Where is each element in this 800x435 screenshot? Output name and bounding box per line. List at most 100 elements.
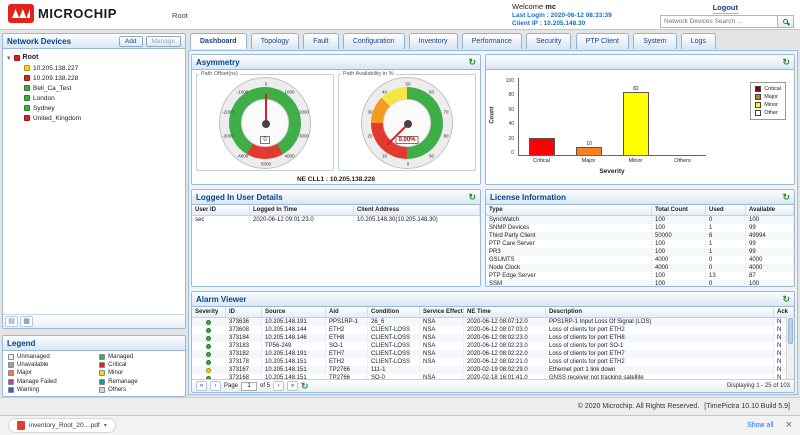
column-header[interactable]: Severity	[192, 307, 226, 317]
tab[interactable]: PTP Client	[576, 33, 629, 49]
column-header[interactable]: Description	[546, 307, 774, 317]
tab[interactable]: Inventory	[409, 33, 458, 49]
search-go-button[interactable]	[778, 15, 794, 28]
available-cell: 4000	[746, 264, 794, 272]
tab[interactable]: Fault	[303, 33, 339, 49]
tree-node[interactable]: London	[24, 93, 181, 103]
table-row[interactable]: PR3 100 1 99	[486, 248, 794, 256]
table-row[interactable]: Third Party Client 50000 6 49994	[486, 232, 794, 240]
table-row[interactable]: SSM 100 0 100	[486, 280, 794, 287]
legend-item: Manage Failed	[8, 378, 99, 386]
users-panel: Logged In User Details ↻ User IDLogged I…	[191, 189, 481, 287]
alarm-row[interactable]: 373184 10.205.148.146 ETH8 CLIENT-LOSS N…	[192, 334, 794, 342]
prev-page-button[interactable]: ‹	[210, 381, 221, 391]
manage-button[interactable]: Manage	[146, 36, 182, 47]
add-button[interactable]: Add	[119, 36, 143, 47]
refresh-icon[interactable]: ↻	[782, 295, 790, 304]
collapse-icon[interactable]: ▾	[7, 54, 11, 62]
user-id-cell: sec	[192, 216, 250, 224]
gauge-tick-label: 5000	[261, 162, 271, 167]
column-header[interactable]: Ack	[774, 307, 794, 317]
table-row[interactable]: PTP Edge Server 100 13 87	[486, 272, 794, 280]
ne-address-label: NE CLL1 : 10.205.138.228	[192, 176, 480, 183]
refresh-icon[interactable]: ↻	[782, 58, 790, 67]
logout-link[interactable]: Logout	[713, 3, 738, 14]
tree-node-label: 10.205.138.227	[33, 65, 78, 72]
table-row[interactable]: PTP Care Server 100 1 99	[486, 240, 794, 248]
tree-root-node[interactable]: ▾ Root	[7, 52, 181, 63]
legend-title: Legend	[7, 339, 35, 348]
alarm-row[interactable]: 373183 TP56-249 SO-1 CLIENT-LOSS NSA 202…	[192, 342, 794, 350]
table-row[interactable]: SyncWatch 100 0 100	[486, 216, 794, 224]
column-header[interactable]: Source	[262, 307, 326, 317]
tree-node[interactable]: Bell_Ca_Test	[24, 83, 181, 93]
aid-cell: ETH7	[326, 350, 368, 358]
page-number-input[interactable]	[241, 382, 257, 391]
column-header[interactable]: Aid	[326, 307, 368, 317]
severity-icon	[206, 344, 211, 349]
table-row[interactable]: GSUMTS 4000 0 4000	[486, 256, 794, 264]
alarm-row[interactable]: 373608 10.205.148.144 ETH2 CLIENT-LOSS N…	[192, 326, 794, 334]
column-header[interactable]: NE Time	[464, 307, 546, 317]
chevron-down-icon[interactable]: ▾	[104, 422, 107, 429]
used-cell: 1	[706, 248, 746, 256]
column-header[interactable]: Condition	[368, 307, 420, 317]
bar: 10	[576, 147, 602, 155]
downloaded-file-chip[interactable]: inventory_Root_20....pdf ▾	[8, 418, 116, 433]
column-header[interactable]: User ID	[192, 205, 250, 215]
column-header[interactable]: Available	[746, 205, 794, 215]
table-row[interactable]: SNMP Devices 100 1 99	[486, 224, 794, 232]
tab[interactable]: Performance	[462, 33, 522, 49]
tree-node[interactable]: 10.205.138.227	[24, 63, 181, 73]
alarm-row[interactable]: 373636 10.205.148.191 PPS1RP-1 26_6 NSA …	[192, 318, 794, 326]
column-header[interactable]: Type	[486, 205, 652, 215]
tab[interactable]: Configuration	[343, 33, 405, 49]
pager-refresh-icon[interactable]: ↻	[301, 382, 309, 391]
condition-cell: CLIENT-LOSS	[368, 326, 420, 334]
column-header[interactable]: Service Effect	[420, 307, 464, 317]
column-header[interactable]: ID	[226, 307, 262, 317]
table-row[interactable]: Node Clock 4000 0 4000	[486, 264, 794, 272]
close-download-bar-icon[interactable]: ×	[786, 420, 792, 431]
tab[interactable]: Dashboard	[190, 33, 247, 49]
column-header[interactable]: Total Count	[652, 205, 706, 215]
welcome-label: Welcome	[512, 2, 543, 11]
column-header[interactable]: Used	[706, 205, 746, 215]
tree-node[interactable]: United_Kingdom	[24, 113, 181, 123]
table-row[interactable]: sec 2020-06-12 09:01:23.0 10.205.148.30(…	[192, 216, 480, 224]
refresh-icon[interactable]: ↻	[468, 193, 476, 202]
alarm-row[interactable]: 373167 10.205.148.151 TP2766 111-1 2020-…	[192, 366, 794, 374]
tab[interactable]: Security	[526, 33, 571, 49]
column-header[interactable]: Client Address	[354, 205, 480, 215]
show-all-button[interactable]: Show all	[747, 422, 773, 429]
first-page-button[interactable]: «	[196, 381, 207, 391]
refresh-icon[interactable]: ↻	[468, 58, 476, 67]
scrollbar-thumb[interactable]	[788, 318, 793, 344]
search-input[interactable]	[660, 15, 778, 28]
severity-chart: Count 100806040200	[486, 70, 794, 184]
legend-item-label: Unmanaged	[17, 354, 50, 360]
tab[interactable]: Logs	[681, 33, 716, 49]
device-tree: ▾ Root 10.205.138.227	[3, 49, 185, 126]
node-status-icon	[24, 95, 30, 101]
tab[interactable]: Topology	[251, 33, 299, 49]
ne-time-cell: 2020-06-12 08:07:03.0	[464, 326, 546, 334]
tree-node[interactable]: Sydney	[24, 103, 181, 113]
source-cell: 10.205.148.191	[262, 318, 326, 326]
tab-label: Configuration	[353, 38, 395, 45]
used-cell: 6	[706, 232, 746, 240]
filter-icon[interactable]: ▦	[20, 316, 33, 327]
refresh-icon[interactable]: ↻	[782, 193, 790, 202]
column-header[interactable]: Logged In Time	[250, 205, 354, 215]
tree-node[interactable]: 10.209.138.228	[24, 73, 181, 83]
service-effect-cell: NSA	[420, 326, 464, 334]
vertical-scrollbar[interactable]	[786, 317, 794, 379]
microchip-logo: MICROCHIP	[8, 4, 117, 23]
alarm-row[interactable]: 373178 10.205.148.151 ETH2 CLIENT-LOSS N…	[192, 358, 794, 366]
tab[interactable]: System	[633, 33, 676, 49]
last-page-button[interactable]: »	[287, 381, 298, 391]
export-icon[interactable]: ▤	[5, 316, 18, 327]
next-page-button[interactable]: ›	[273, 381, 284, 391]
alarm-pager: « ‹ Page of 5 › » ↻ Displaying 1 - 25 of…	[192, 379, 794, 392]
alarm-row[interactable]: 373182 10.205.148.191 ETH7 CLIENT-LOSS N…	[192, 350, 794, 358]
